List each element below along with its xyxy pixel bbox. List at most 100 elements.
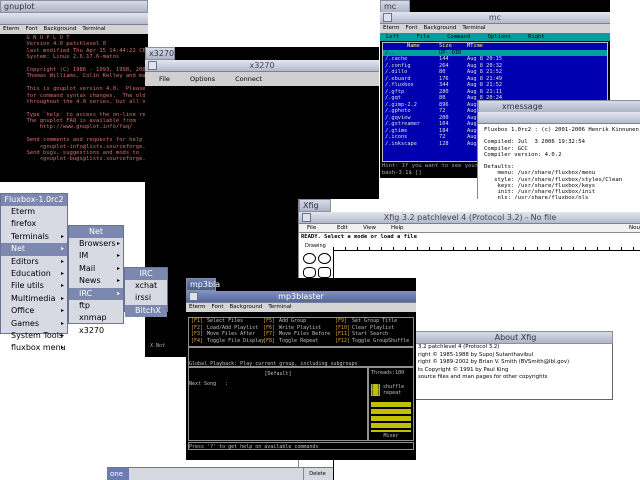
menu-background[interactable]: Background xyxy=(44,26,77,32)
about-xfig-tab[interactable]: About Xfig xyxy=(415,331,613,344)
about-xfig-line: ts Copyright © 1991 by Paul King xyxy=(418,366,509,373)
mp3blaster-mixer[interactable]: Mixer xyxy=(369,433,413,439)
terminal-line: throughout the 4.0 series, but all synta… xyxy=(26,98,148,105)
workspace-name[interactable]: one xyxy=(107,468,129,480)
menu-font[interactable]: Font xyxy=(26,26,38,32)
menu-item-education[interactable]: Education ▸ xyxy=(1,268,67,280)
menu-item-editors[interactable]: Editors ▸ xyxy=(1,256,67,268)
mp3blaster-fkey[interactable]: [F1] xyxy=(191,318,203,325)
menu-item-irssi[interactable]: irssi xyxy=(125,292,167,304)
about-xfig-line: source files and man pages for other cop… xyxy=(418,374,548,380)
x3270-menu-file[interactable]: File xyxy=(159,75,170,83)
close-icon[interactable] xyxy=(148,61,157,70)
xnot-label: X Not xyxy=(150,343,186,350)
xfig-menu-view[interactable]: View xyxy=(363,224,376,233)
menu-item-fluxbox-menu[interactable]: fluxbox menu ▸ xyxy=(1,342,67,354)
menu-item-xnmap[interactable]: xnmap xyxy=(69,312,123,324)
xfig-titlebar[interactable]: Xfig 3.2 patchlevel 4 (Protocol 3.2) - N… xyxy=(299,212,640,224)
mc-menu-options[interactable]: Options xyxy=(488,34,511,40)
repeat-label: repeat xyxy=(383,390,402,396)
menu-item-news[interactable]: News ▸ xyxy=(69,275,123,287)
menu-background[interactable]: Background xyxy=(424,25,457,31)
menu-item-browsers[interactable]: Browsers ▸ xyxy=(69,238,123,250)
ellipse-tool-icon[interactable] xyxy=(318,253,331,264)
menu-font[interactable]: Font xyxy=(406,25,418,31)
x3270-menu-options[interactable]: Options xyxy=(190,75,215,83)
menu-item-games[interactable]: Games ▸ xyxy=(1,318,67,330)
menu-item-eterm[interactable]: Eterm xyxy=(1,206,67,218)
menu-eterm[interactable]: Eterm xyxy=(3,26,20,32)
mp3blaster-fkey[interactable]: [F9] xyxy=(335,318,347,325)
mp3blaster-repeat[interactable]: [ ] repeat xyxy=(369,390,413,396)
menu-item-label: File utils xyxy=(11,281,44,291)
menu-item-file-utils[interactable]: File utils ▸ xyxy=(1,280,67,292)
close-icon[interactable] xyxy=(302,213,311,222)
mp3blaster-fkey[interactable]: [F11] xyxy=(335,331,350,338)
close-icon[interactable] xyxy=(383,13,392,22)
gnuplot-titlebar[interactable] xyxy=(0,13,148,25)
menu-item-multimedia[interactable]: Multimedia ▸ xyxy=(1,293,67,305)
close-icon[interactable] xyxy=(189,292,198,301)
mp3blaster-fkey[interactable]: [F8] xyxy=(263,338,275,345)
xfig-menu-edit[interactable]: Edit xyxy=(337,224,348,233)
xfig-menu-file[interactable]: File xyxy=(307,224,316,233)
circle-tool-icon[interactable] xyxy=(303,253,316,264)
submenu-arrow-icon: ▸ xyxy=(60,232,64,240)
menu-item-firefox[interactable]: firefox xyxy=(1,218,67,230)
mp3blaster-playlist[interactable]: [Default] xyxy=(188,367,368,441)
xfig-tab[interactable]: Xfig 3.2 xyxy=(299,199,331,221)
spline-tool-icon[interactable] xyxy=(303,267,316,278)
about-xfig-line: right © 1989-2002 by Brian V. Smith (BVS… xyxy=(418,359,570,365)
xfig-menu-help[interactable]: Help xyxy=(391,224,404,233)
menu-item-ftp[interactable]: ftp xyxy=(69,300,123,312)
mp3blaster-action: Select Files xyxy=(207,318,244,324)
gnuplot-terminal-output[interactable]: G N U P L O T Version 4.0 patchlevel 0 l… xyxy=(0,35,148,182)
menu-eterm[interactable]: Eterm xyxy=(189,304,206,310)
mp3blaster-key-row: [F4] Toggle File Display [F8] Toggle Repeat… xyxy=(189,338,413,345)
menu-eterm[interactable]: Eterm xyxy=(383,25,400,31)
mp3blaster-threads: Threads:100 xyxy=(371,370,405,376)
mp3blaster-fkey[interactable]: [F3] xyxy=(191,331,203,338)
menu-background[interactable]: Background xyxy=(230,304,263,310)
mc-menu-file[interactable]: File xyxy=(417,34,430,40)
x3270-tab[interactable]: x3270 xyxy=(145,47,175,60)
mp3blaster-window: mp3bla mp3blaster Eterm Font Background Ter… xyxy=(186,278,416,460)
mp3blaster-fkey[interactable]: [F7] xyxy=(263,331,275,338)
menu-item-terminals[interactable]: Terminals ▸ xyxy=(1,231,67,243)
mp3blaster-fkey[interactable]: [F2] xyxy=(191,325,203,332)
mp3blaster-fkey[interactable]: [F5] xyxy=(263,318,275,325)
menu-item-irc[interactable]: IRC ▸ xyxy=(69,287,123,300)
mp3blaster-tab[interactable]: mp3bla xyxy=(186,278,220,291)
menu-item-xchat[interactable]: xchat xyxy=(125,280,167,292)
closed-spline-tool-icon[interactable] xyxy=(318,267,331,278)
mp3blaster-fkey[interactable]: [F10] xyxy=(335,325,350,332)
submenu-arrow-icon: ▸ xyxy=(60,282,64,290)
menu-font[interactable]: Font xyxy=(212,304,224,310)
x3270-menu-connect[interactable]: Connect xyxy=(235,75,262,83)
taskbar-delete[interactable]: Delete xyxy=(303,468,331,480)
menu-item-label: Mail xyxy=(79,263,96,273)
xmessage-titlebar[interactable] xyxy=(478,112,640,124)
menu-item-mail[interactable]: Mail ▸ xyxy=(69,263,123,275)
x3270-title: x3270 xyxy=(249,61,275,70)
menu-item-office[interactable]: Office ▸ xyxy=(1,305,67,317)
menu-item-x3270[interactable]: x3270 xyxy=(69,325,123,337)
mc-menu-right[interactable]: Right xyxy=(528,34,545,40)
menu-terminal[interactable]: Terminal xyxy=(462,25,485,31)
mp3blaster-fkey[interactable]: [F6] xyxy=(263,325,275,332)
menu-item-net[interactable]: Net ▸ xyxy=(1,243,67,256)
mc-menu-command[interactable]: Command xyxy=(447,34,470,40)
menu-item-label: Multimedia xyxy=(11,293,56,303)
menu-item-im[interactable]: IM ▸ xyxy=(69,250,123,262)
mp3blaster-titlebar[interactable]: mp3blaster xyxy=(186,291,416,303)
mp3blaster-fkey[interactable]: [F12] xyxy=(335,338,350,345)
menu-item-bitchx[interactable]: BitchX xyxy=(125,304,167,318)
mc-menu-left[interactable]: Left xyxy=(386,34,399,40)
gnuplot-tab[interactable]: gnuplot xyxy=(0,0,148,13)
menu-terminal[interactable]: Terminal xyxy=(82,26,105,32)
menu-terminal[interactable]: Terminal xyxy=(268,304,291,310)
mc-titlebar[interactable]: mc xyxy=(380,12,610,24)
menu-item-system-tools[interactable]: System Tools ▸ xyxy=(1,330,67,342)
mp3blaster-fkey[interactable]: [F4] xyxy=(191,338,203,345)
x3270-titlebar[interactable]: x3270 xyxy=(145,60,379,72)
